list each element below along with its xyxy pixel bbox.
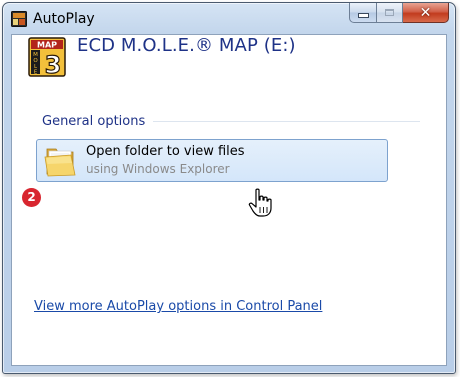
device-icon-letter: E (34, 70, 38, 76)
option-title: Open folder to view files (86, 144, 245, 159)
device-name: ECD M.O.L.E.® MAP (E:) (77, 35, 296, 56)
title-bar[interactable]: AutoPlay ✕ (3, 3, 455, 35)
minimize-button[interactable] (349, 3, 377, 23)
device-header: MAP M O L E 3 ECD M.O.L.E.® MAP (E:) (28, 35, 296, 77)
minimize-icon (357, 13, 369, 18)
content-area (11, 34, 447, 366)
window-title: AutoPlay (33, 11, 95, 27)
maximize-button[interactable] (377, 3, 403, 23)
autoplay-app-icon (11, 11, 27, 27)
close-button[interactable]: ✕ (403, 3, 449, 23)
hand-cursor-icon (248, 188, 272, 217)
option-subtitle: using Windows Explorer (86, 162, 230, 176)
section-header: General options (42, 114, 420, 129)
open-folder-option[interactable]: Open folder to view files using Windows … (36, 139, 388, 182)
section-divider (153, 121, 420, 122)
caption-buttons: ✕ (349, 3, 449, 23)
mole-map-disc-icon: MAP M O L E 3 (28, 37, 66, 77)
maximize-icon (385, 9, 394, 16)
section-title: General options (42, 114, 146, 129)
folder-icon (44, 148, 76, 177)
step-badge: 2 (22, 188, 41, 207)
close-icon: ✕ (419, 4, 432, 21)
device-icon-number: 3 (45, 51, 62, 77)
control-panel-autoplay-link[interactable]: View more AutoPlay options in Control Pa… (34, 299, 322, 314)
device-icon-label: MAP (37, 41, 57, 50)
